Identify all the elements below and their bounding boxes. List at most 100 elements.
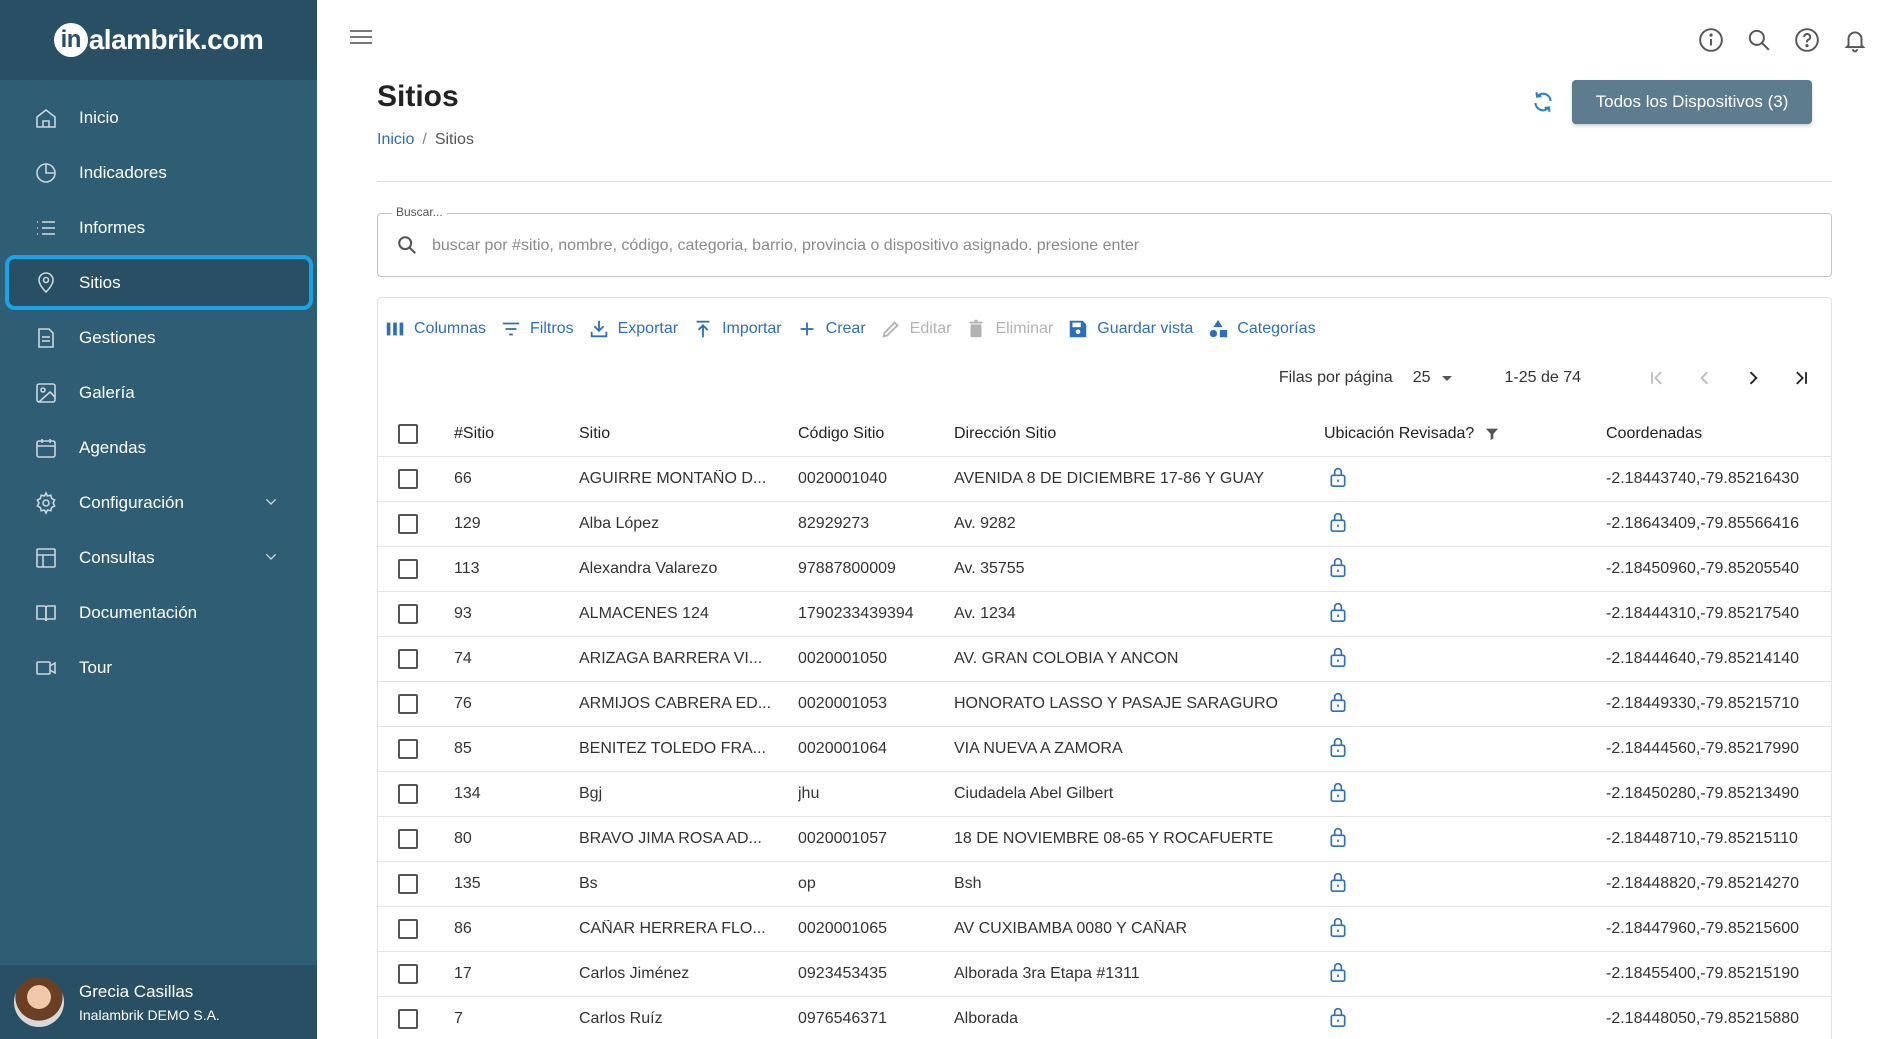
table-row[interactable]: 135 Bs op Bsh -2.18448820,-79.85214270 (378, 862, 1831, 907)
table-row[interactable]: 86 CAÑAR HERRERA FLO... 0020001065 AV CUXIB… (378, 907, 1831, 952)
lock-icon[interactable] (1324, 736, 1348, 763)
header-num[interactable]: #Sitio (454, 425, 579, 443)
lock-icon[interactable] (1324, 871, 1348, 898)
search-icon[interactable] (1745, 26, 1773, 54)
lock-icon[interactable] (1324, 601, 1348, 628)
logo-mark: in (53, 23, 88, 57)
select-all-checkbox[interactable] (398, 423, 418, 444)
header-sitio[interactable]: Sitio (579, 425, 798, 443)
previous-page-icon[interactable] (1691, 364, 1719, 392)
header-coordenadas[interactable]: Coordenadas (1606, 425, 1831, 443)
row-checkbox[interactable] (398, 694, 418, 714)
lock-icon[interactable] (1324, 556, 1348, 583)
header-direccion[interactable]: Dirección Sitio (954, 425, 1324, 443)
lock-icon[interactable] (1324, 916, 1348, 943)
sidebar-item-tour[interactable]: Tour (0, 640, 317, 695)
table-row[interactable]: 85 BENITEZ TOLEDO FRA... 0020001064 VIA NUE… (378, 727, 1831, 772)
sidebar-item-sitios[interactable]: Sitios (5, 255, 313, 310)
help-icon[interactable] (1793, 26, 1821, 54)
lock-icon[interactable] (1324, 826, 1348, 853)
cell-codigo: 0976546371 (798, 1010, 887, 1027)
row-checkbox[interactable] (398, 559, 418, 579)
lock-icon[interactable] (1324, 781, 1348, 808)
row-checkbox[interactable] (398, 649, 418, 669)
delete-button[interactable]: Eliminar (965, 314, 1053, 344)
lock-icon[interactable] (1324, 466, 1348, 493)
sidebar-item-indicadores[interactable]: Indicadores (0, 145, 317, 200)
row-checkbox[interactable] (398, 964, 418, 984)
next-page-icon[interactable] (1739, 364, 1767, 392)
sidebar-item-consultas[interactable]: Consultas (0, 530, 317, 585)
sidebar-item-informes[interactable]: Informes (0, 200, 317, 255)
filter-icon[interactable] (1484, 426, 1500, 442)
search-input[interactable] (432, 232, 1812, 260)
cell-sitio: BRAVO JIMA ROSA AD... (579, 830, 762, 847)
table-row[interactable]: 66 AGUIRRE MONTAÑO D... 0020001040 AVENIDA … (378, 457, 1831, 502)
export-button[interactable]: Exportar (588, 314, 678, 344)
user-profile[interactable]: Grecia Casillas Inalambrik DEMO S.A. (0, 965, 317, 1039)
cell-num: 85 (454, 740, 472, 757)
lock-icon[interactable] (1324, 511, 1348, 538)
breadcrumb-home-link[interactable]: Inicio (377, 131, 414, 148)
table-row[interactable]: 74 ARIZAGA BARRERA VI... 0020001050 AV. GRA… (378, 637, 1831, 682)
filters-button[interactable]: Filtros (500, 314, 574, 344)
columns-button[interactable]: Columnas (384, 314, 486, 344)
row-checkbox[interactable] (398, 469, 418, 489)
info-icon[interactable] (1697, 26, 1725, 54)
columns-icon (386, 322, 404, 336)
chevron-down-icon[interactable] (263, 494, 279, 510)
lock-icon[interactable] (1324, 961, 1348, 988)
lock-icon[interactable] (1324, 1006, 1348, 1033)
edit-button[interactable]: Editar (880, 314, 951, 344)
row-checkbox[interactable] (398, 1009, 418, 1029)
search-field[interactable]: Buscar... (377, 205, 1832, 277)
table-row[interactable]: 129 Alba López 82929273 Av. 9282 -2.18643409… (378, 502, 1831, 547)
table-row[interactable]: 93 ALMACENES 124 1790233439394 Av. 1234 -2.1… (378, 592, 1831, 637)
create-button[interactable]: Crear (796, 314, 866, 344)
table-row[interactable]: 80 BRAVO JIMA ROSA AD... 0020001057 18 DE N… (378, 817, 1831, 862)
lock-icon[interactable] (1324, 691, 1348, 718)
cell-num: 113 (454, 560, 480, 577)
import-button[interactable]: Importar (692, 314, 782, 344)
row-checkbox[interactable] (398, 919, 418, 939)
data-grid: Columnas Filtros Exportar Importar Crear… (377, 297, 1832, 1039)
avatar[interactable] (14, 977, 64, 1027)
sidebar-item-configuracion[interactable]: Configuración (0, 475, 317, 530)
sidebar-item-galeria[interactable]: Galería (0, 365, 317, 420)
lock-icon[interactable] (1324, 646, 1348, 673)
row-checkbox[interactable] (398, 514, 418, 534)
sidebar-item-agendas[interactable]: Agendas (0, 420, 317, 475)
refresh-icon[interactable] (1530, 89, 1558, 117)
row-checkbox-cell (378, 784, 454, 804)
menu-toggle-icon[interactable] (350, 30, 372, 48)
pagination: Filas por página 25 1-25 de 74 (1279, 364, 1815, 392)
brand-logo[interactable]: in alambrik.com (53, 23, 264, 57)
row-checkbox[interactable] (398, 604, 418, 624)
save-view-button[interactable]: Guardar vista (1067, 314, 1193, 344)
table-row[interactable]: 113 Alexandra Valarezo 97887800009 Av. 3575… (378, 547, 1831, 592)
all-devices-button[interactable]: Todos los Dispositivos (3) (1572, 80, 1812, 124)
chevron-down-icon[interactable] (263, 549, 279, 565)
sidebar-item-gestiones[interactable]: Gestiones (0, 310, 317, 365)
home-icon (33, 105, 59, 131)
table-row[interactable]: 134 Bgj jhu Ciudadela Abel Gilbert -2.184502… (378, 772, 1831, 817)
bell-icon[interactable] (1841, 26, 1869, 54)
row-checkbox-cell (378, 1009, 454, 1029)
sidebar-item-inicio[interactable]: Inicio (0, 90, 317, 145)
last-page-icon[interactable] (1787, 364, 1815, 392)
row-checkbox[interactable] (398, 829, 418, 849)
categories-button[interactable]: Categorías (1207, 314, 1316, 344)
rows-per-page-select[interactable]: 25 (1413, 369, 1453, 387)
row-checkbox[interactable] (398, 874, 418, 894)
row-checkbox[interactable] (398, 739, 418, 759)
row-checkbox[interactable] (398, 784, 418, 804)
header-codigo[interactable]: Código Sitio (798, 425, 954, 443)
columns-label: Columnas (414, 320, 487, 337)
table-row[interactable]: 7 Carlos Ruíz 0976546371 Alborada -2.1844805… (378, 997, 1831, 1039)
table-row[interactable]: 17 Carlos Jiménez 0923453435 Alborada 3ra E… (378, 952, 1831, 997)
first-page-icon[interactable] (1643, 364, 1671, 392)
cell-coordenadas: -2.18448050,-79.85215880 (1606, 1010, 1800, 1027)
sidebar-item-documentacion[interactable]: Documentación (0, 585, 317, 640)
header-ubicacion[interactable]: Ubicación Revisada? (1324, 425, 1606, 443)
table-row[interactable]: 76 ARMIJOS CABRERA ED... 0020001053 HONORAT… (378, 682, 1831, 727)
